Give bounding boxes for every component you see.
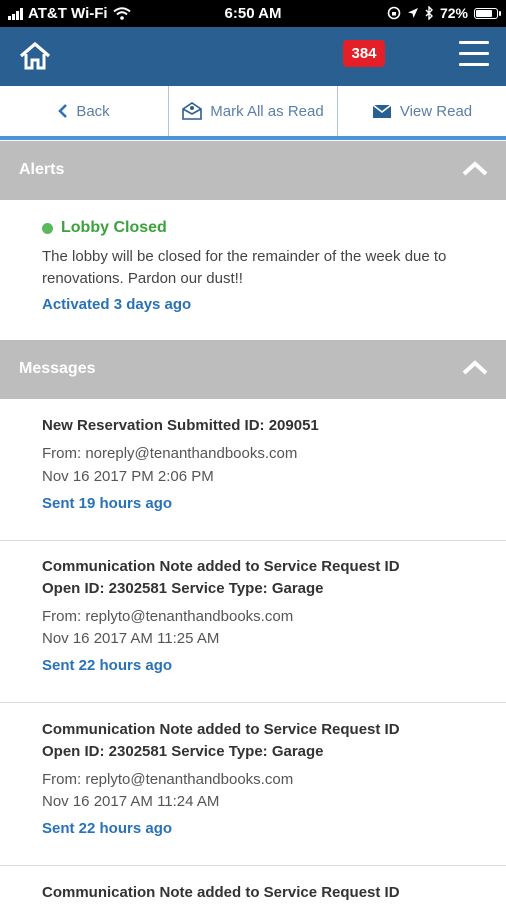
message-date: Nov 16 2017 PM 2:06 PM [42, 468, 214, 485]
messages-section-header[interactable]: Messages [0, 340, 506, 399]
hamburger-menu-icon [459, 41, 489, 66]
status-bar: AT&T Wi-Fi 6:50 AM 72% [0, 0, 506, 27]
action-toolbar: Back Mark All as Read View Read [0, 86, 506, 140]
alert-title-text: Lobby Closed [61, 219, 167, 236]
alerts-section-header[interactable]: Alerts [0, 141, 506, 200]
message-item[interactable]: Communication Note added to Service Requ… [0, 866, 506, 901]
view-read-label: View Read [399, 102, 473, 120]
notification-badge[interactable]: 384 [343, 40, 385, 67]
message-subject: Communication Note added to Service Requ… [42, 719, 482, 763]
message-item[interactable]: Communication Note added to Service Requ… [0, 703, 506, 866]
menu-button[interactable] [459, 41, 489, 67]
message-subject: Communication Note added to Service Requ… [42, 556, 482, 600]
message-from: From: noreply@tenanthandbooks.com [42, 445, 298, 462]
messages-title: Messages [19, 360, 96, 377]
envelope-open-icon [182, 102, 203, 120]
mark-all-read-label: Mark All as Read [210, 102, 324, 120]
app-header: 384 [0, 27, 506, 86]
message-subject: New Reservation Submitted ID: 209051 [42, 415, 482, 437]
back-label: Back [76, 102, 110, 120]
message-subject-line: Communication Note added to Service Requ… [42, 884, 400, 901]
status-dot-icon [42, 222, 53, 234]
alert-activated: Activated 3 days ago [42, 296, 192, 313]
chevron-up-icon [462, 161, 488, 181]
status-right: 72% [387, 5, 501, 21]
alert-body: The lobby will be closed for the remaind… [42, 248, 447, 287]
message-subject-line: New Reservation Submitted ID: 209051 [42, 417, 319, 434]
bluetooth-icon [425, 6, 433, 20]
message-item[interactable]: Communication Note added to Service Requ… [0, 541, 506, 703]
message-subject-line: Open ID: 2302581 Service Type: Garage [42, 580, 324, 597]
alert-title: Lobby Closed [42, 219, 167, 237]
message-subject: Communication Note added to Service Requ… [42, 882, 482, 904]
message-sent-time: Sent 22 hours ago [42, 657, 173, 674]
mark-all-read-button[interactable]: Mark All as Read [169, 86, 338, 136]
battery-icon [474, 7, 501, 19]
alerts-title: Alerts [19, 161, 65, 178]
message-subject-line: Open ID: 2302581 Service Type: Garage [42, 743, 324, 760]
alert-item[interactable]: Lobby Closed The lobby will be closed fo… [0, 200, 506, 340]
message-item[interactable]: New Reservation Submitted ID: 209051 Fro… [0, 399, 506, 541]
location-icon [407, 8, 418, 18]
chevron-left-icon [58, 104, 68, 118]
message-subject-line: Communication Note added to Service Requ… [42, 721, 400, 738]
view-read-button[interactable]: View Read [338, 86, 506, 136]
back-button[interactable]: Back [0, 86, 169, 136]
envelope-icon [372, 103, 392, 119]
home-button[interactable] [18, 41, 52, 71]
message-from: From: replyto@tenanthandbooks.com [42, 771, 294, 788]
message-subject-line: Communication Note added to Service Requ… [42, 558, 400, 575]
message-date: Nov 16 2017 AM 11:25 AM [42, 630, 220, 647]
message-sent-time: Sent 19 hours ago [42, 495, 173, 512]
message-sent-time: Sent 22 hours ago [42, 820, 173, 837]
chevron-up-icon [462, 360, 488, 380]
rotation-lock-icon [387, 6, 401, 20]
message-from: From: replyto@tenanthandbooks.com [42, 608, 294, 625]
home-icon [19, 41, 51, 70]
message-date: Nov 16 2017 AM 11:24 AM [42, 793, 220, 810]
battery-percent: 72% [439, 5, 468, 21]
